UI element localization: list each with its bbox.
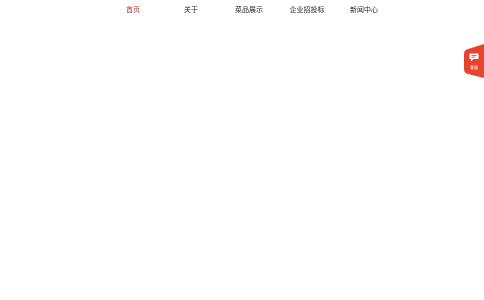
chat-bubble-icon xyxy=(469,53,479,62)
nav-item-news[interactable]: 新闻中心 xyxy=(350,5,378,15)
nav-item-about[interactable]: 关于 xyxy=(184,5,198,15)
top-navigation: 首页 关于 菜品展示 企业招投标 新闻中心 xyxy=(0,0,484,20)
nav-item-tender[interactable]: 企业招投标 xyxy=(290,5,325,15)
customer-service-label: 客服 xyxy=(470,65,478,70)
nav-item-home[interactable]: 首页 xyxy=(126,5,140,15)
customer-service-button[interactable]: 客服 xyxy=(462,44,484,78)
nav-item-dishes[interactable]: 菜品展示 xyxy=(235,5,263,15)
page: 首页 关于 菜品展示 企业招投标 新闻中心 客服 xyxy=(0,0,484,300)
